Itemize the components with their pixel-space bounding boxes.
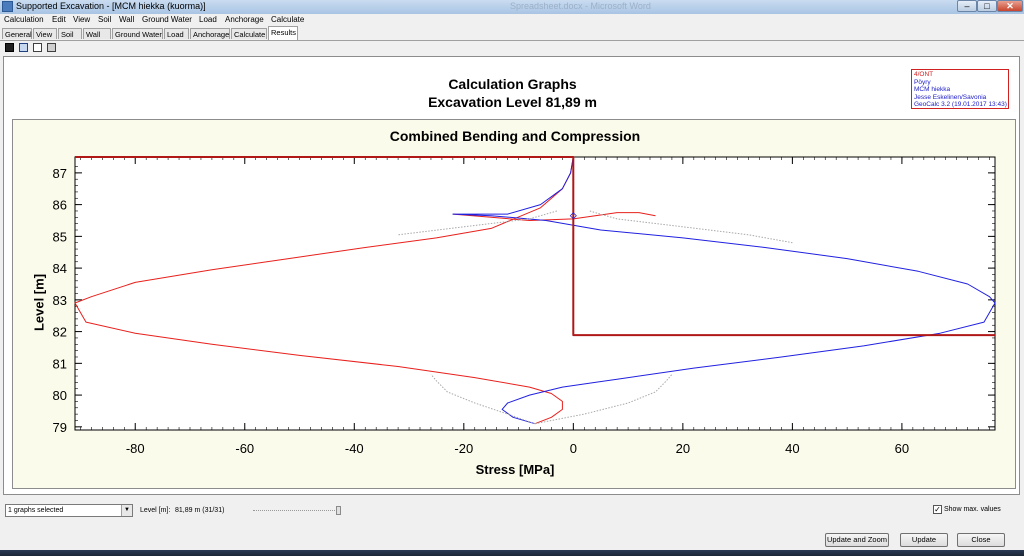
close-button[interactable]: Close [957,533,1005,547]
y-tick-label: 81 [53,356,67,371]
y-tick-label: 84 [53,261,67,276]
save-icon[interactable] [5,43,14,52]
tab-anchorage[interactable]: Anchorage [190,28,230,39]
chevron-down-icon[interactable]: ▼ [121,505,132,516]
info-line: Pöyry [914,78,931,86]
x-tick-label: 0 [570,441,577,456]
tab-results[interactable]: Results [268,26,298,40]
app-icon [2,1,13,12]
print-icon[interactable] [47,43,56,52]
x-tick-label: -60 [235,441,254,456]
y-tick-label: 79 [53,420,67,435]
menu-ground-water[interactable]: Ground Water [142,15,192,24]
y-tick-label: 86 [53,198,67,213]
menu-soil[interactable]: Soil [98,15,111,24]
y-axis-title: Level [m] [31,273,47,332]
x-tick-label: -20 [454,441,473,456]
close-window-button[interactable]: ✕ [997,0,1023,12]
window-title: Supported Excavation - [MCM hiekka (kuor… [16,1,206,11]
x-tick-label: -80 [126,441,145,456]
x-tick-label: 20 [676,441,690,456]
report-title: Calculation Graphs [448,76,577,92]
update-and-zoom-button[interactable]: Update and Zoom [825,533,889,547]
show-max-label: Show max. values [944,506,1001,513]
toolbar [0,41,1024,54]
graphs-select[interactable]: 1 graphs selected ▼ [5,504,133,517]
update-button[interactable]: Update [900,533,948,547]
tab-view[interactable]: View [33,28,57,39]
minimize-button[interactable]: – [957,0,977,12]
menu-wall[interactable]: Wall [119,15,134,24]
tab-load[interactable]: Load [164,28,189,39]
level-slider[interactable] [253,506,341,515]
copy-icon[interactable] [19,43,28,52]
info-line: MCM hiekka [914,86,951,94]
level-label: Level [m]: [140,507,171,514]
tab-wall[interactable]: Wall [83,28,111,39]
print-preview-icon[interactable] [33,43,42,52]
menu-calculation[interactable]: Calculation [4,15,44,24]
bottom-controls: 1 graphs selected ▼ Level [m]: 81,89 m (… [0,500,1024,522]
taskbar [0,550,1024,556]
info-box: 4/ONT Pöyry MCM hiekka Jesse Eskelinen/S… [911,69,1009,109]
menu-view[interactable]: View [73,15,90,24]
chart-area: Combined Bending and Compression -80 -60-… [12,119,1016,489]
tab-soil[interactable]: Soil [58,28,82,39]
graphs-select-value: 1 graphs selected [8,507,64,514]
tab-general[interactable]: General [2,28,32,39]
menu-bar: Calculation Edit View Soil Wall Ground W… [0,14,1024,27]
x-tick-label: 60 [895,441,909,456]
x-axis-title: Stress [MPa] [475,462,555,477]
x-tick-label: 40 [785,441,799,456]
y-tick-label: 85 [53,229,67,244]
menu-edit[interactable]: Edit [52,15,66,24]
y-tick-label: 80 [53,388,67,403]
level-value: 81,89 m (31/31) [175,507,225,514]
y-tick-label: 83 [53,293,67,308]
menu-anchorage[interactable]: Anchorage [225,15,264,24]
menu-calculate[interactable]: Calculate [271,15,304,24]
title-bar: Supported Excavation - [MCM hiekka (kuor… [0,0,1024,15]
show-max-checkbox[interactable]: ✓ [933,505,942,514]
results-panel: Calculation Graphs Excavation Level 81,8… [3,56,1020,495]
level-slider-thumb[interactable] [336,506,341,515]
menu-load[interactable]: Load [199,15,217,24]
y-tick-label: 82 [53,325,67,340]
tab-ground-water[interactable]: Ground Water [112,28,163,39]
tab-strip: General View Soil Wall Ground Water Load… [0,26,1024,41]
maximize-button[interactable]: □ [977,0,997,12]
info-line: GeoCalc 3.2 (19.01.2017 13:43) [914,101,1007,109]
background-window-title: Spreadsheet.docx - Microsoft Word [510,1,651,11]
chart-svg: -80 -60 -40 -20 0 20 40 60 79 80 81 82 83 84 85 86 87 [53,156,996,456]
tab-calculate[interactable]: Calculate [231,28,267,39]
info-line: 4/ONT [914,71,934,78]
info-line: Jesse Eskelinen/Savonia [914,93,987,101]
x-tick-label: -40 [345,441,364,456]
y-tick-label: 87 [53,166,67,181]
report-subtitle: Excavation Level 81,89 m [428,94,597,110]
